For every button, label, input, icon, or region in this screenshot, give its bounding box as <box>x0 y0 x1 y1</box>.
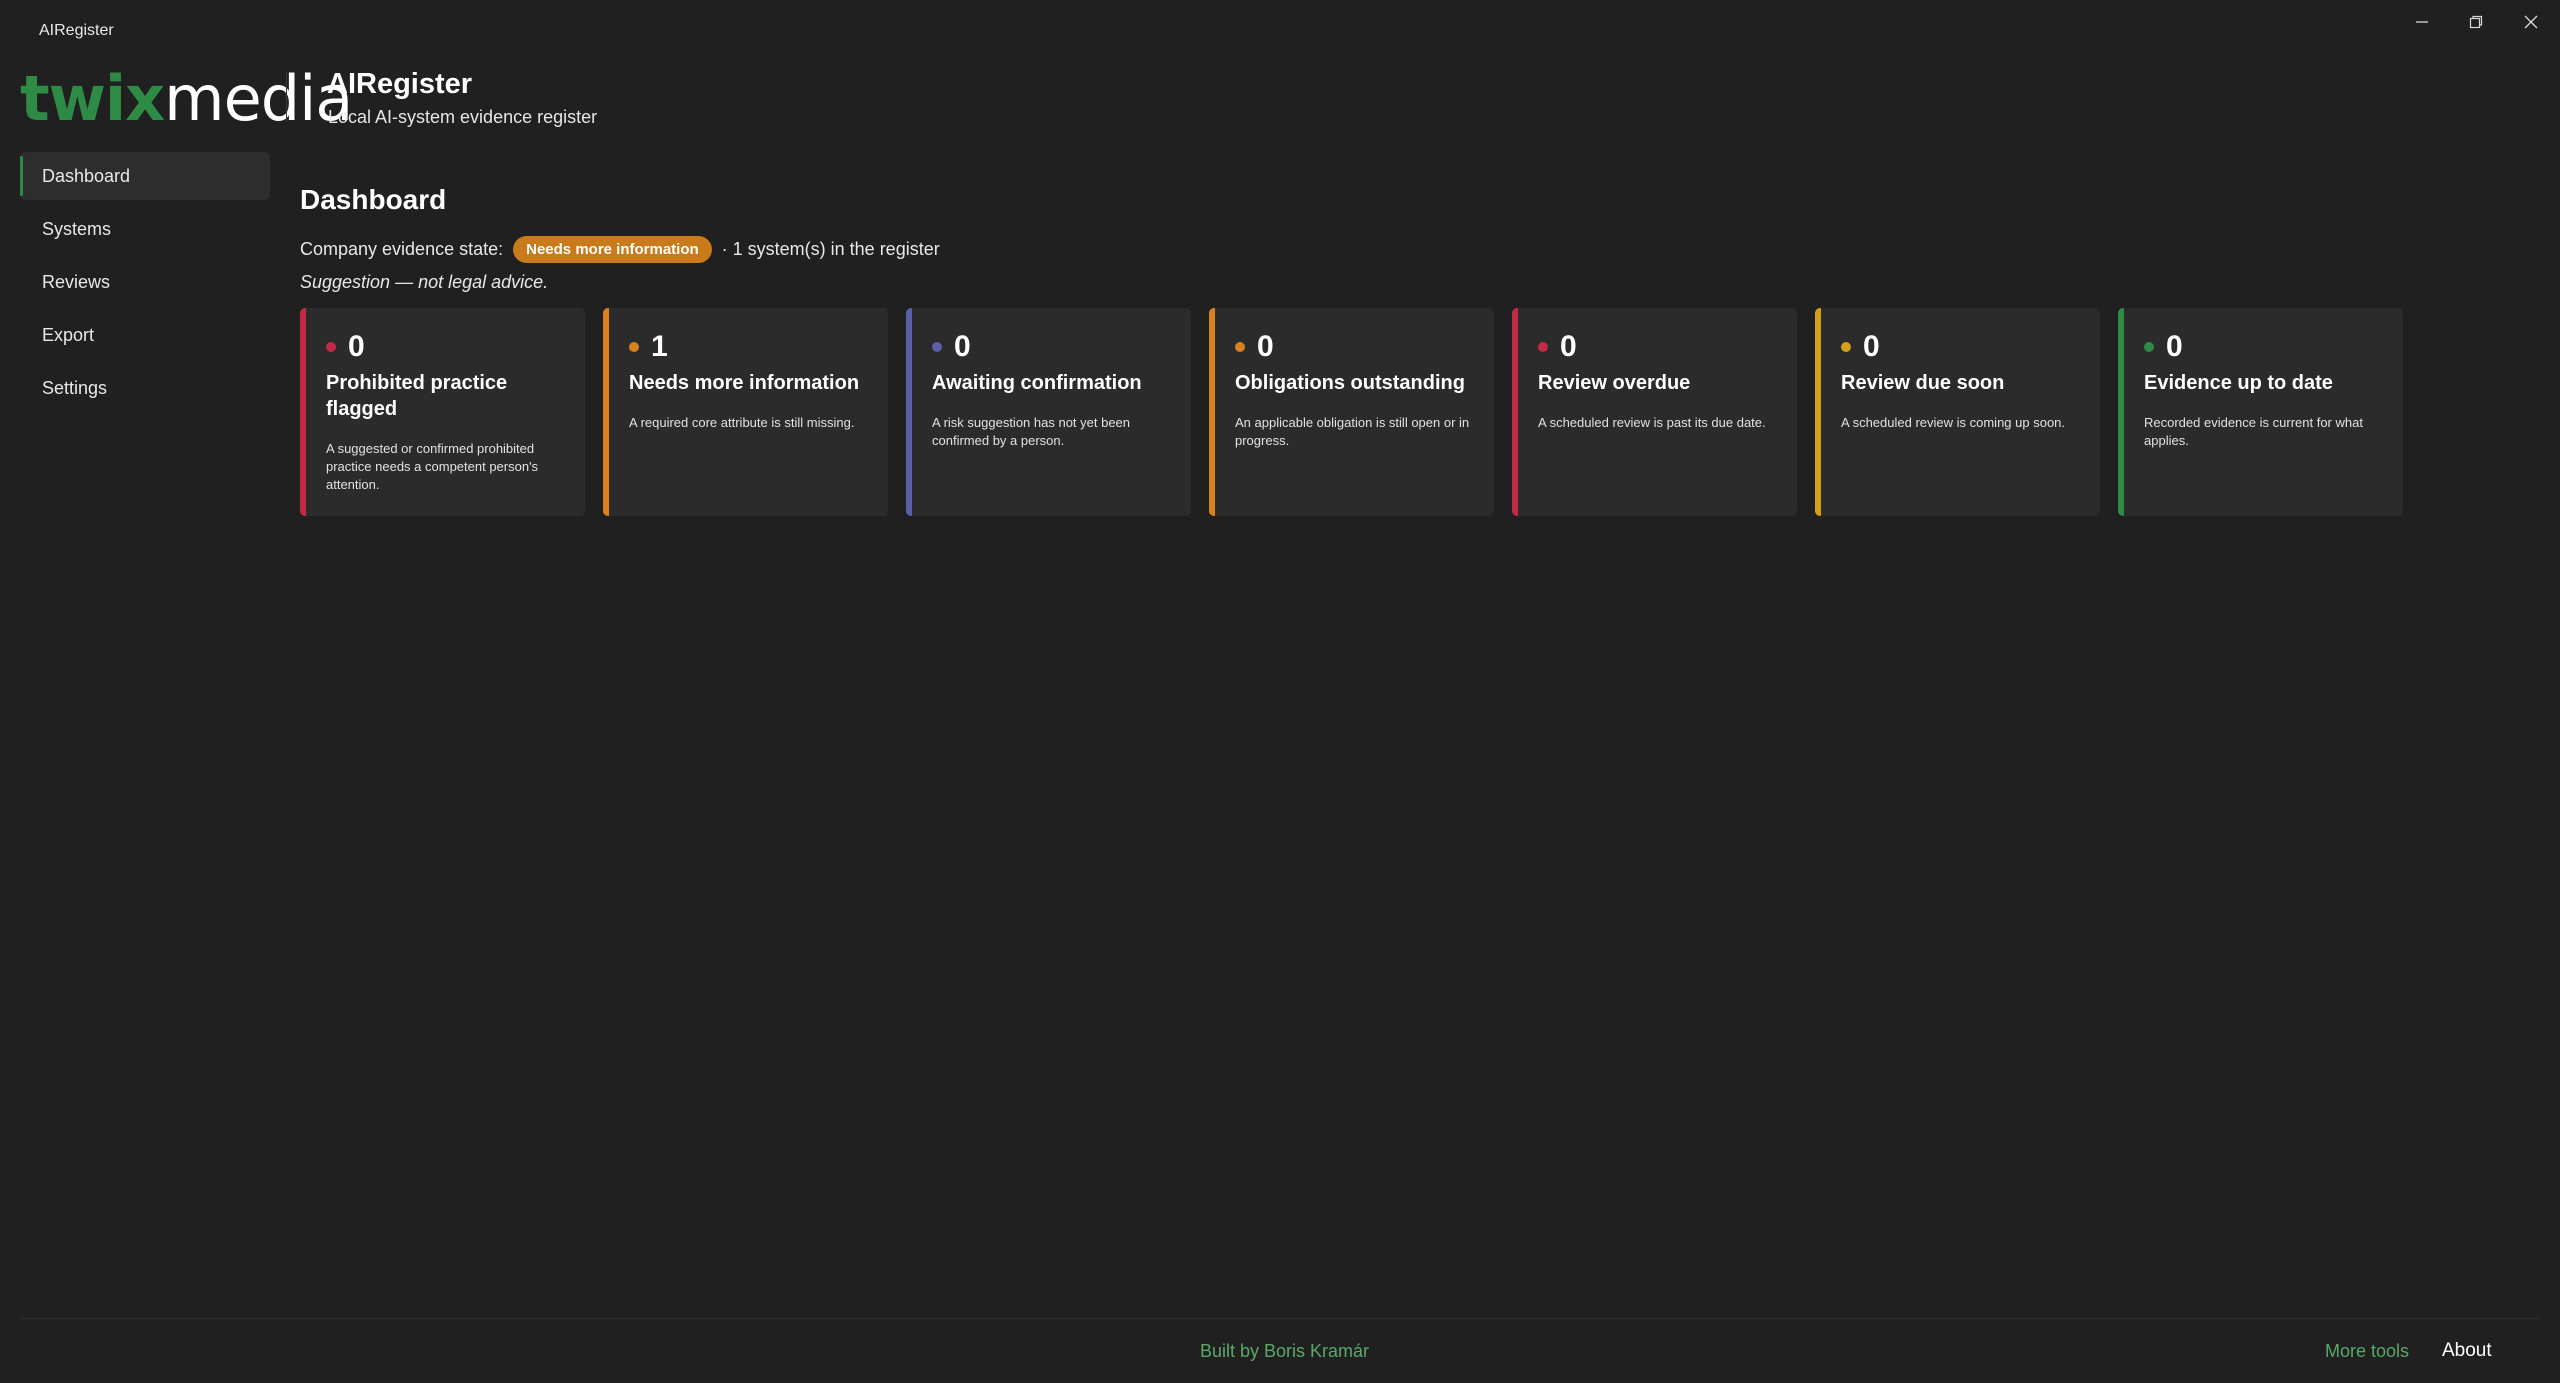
more-tools-link[interactable]: More tools <box>2325 1341 2409 1362</box>
app-subtitle: Local AI-system evidence register <box>328 107 598 127</box>
app-name: AIRegister <box>327 68 473 100</box>
built-by-text: Built by Boris Kramár <box>1200 1341 1370 1361</box>
card-count: 0 <box>1560 330 1577 363</box>
card-prohibited-practice[interactable]: 0 Prohibited practice flagged A suggeste… <box>300 308 585 516</box>
card-accent-bar <box>1512 308 1518 516</box>
nav-item-label: Settings <box>42 377 108 398</box>
close-icon <box>2524 15 2538 29</box>
nav-item-label: Reviews <box>42 271 111 292</box>
nav-item-label: Export <box>42 324 95 345</box>
card-review-due-soon[interactable]: 0 Review due soon A scheduled review is … <box>1815 308 2100 516</box>
card-obligations-outstanding[interactable]: 0 Obligations outstanding An applicable … <box>1209 308 1494 516</box>
card-review-overdue[interactable]: 0 Review overdue A scheduled review is p… <box>1512 308 1797 516</box>
card-label: Evidence up to date <box>2144 372 2333 394</box>
card-label: Review due soon <box>1841 372 2005 394</box>
card-needs-more-information[interactable]: 1 Needs more information A required core… <box>603 308 888 516</box>
card-description: An applicable obligation is still open o… <box>1235 415 1470 448</box>
logo-part-media: media <box>164 62 353 135</box>
card-description: A risk suggestion has not yet been confi… <box>932 415 1131 448</box>
evidence-state-row: Company evidence state: Needs more infor… <box>300 234 2400 264</box>
brand-divider <box>286 72 287 122</box>
nav-item-label: Dashboard <box>42 165 131 186</box>
nav-item-label: Systems <box>42 218 112 239</box>
status-dot-icon <box>932 342 942 352</box>
restore-button[interactable] <box>2449 4 2503 40</box>
card-count: 0 <box>954 330 971 363</box>
card-description: A scheduled review is past its due date. <box>1538 415 1766 430</box>
card-accent-bar <box>1815 308 1821 516</box>
brand-logo: twixmedia <box>20 62 353 135</box>
card-description: A scheduled review is coming up soon. <box>1841 415 2066 430</box>
window-title: AIRegister <box>39 22 114 39</box>
evidence-state-label: Company evidence state: <box>300 238 504 259</box>
nav-item-export[interactable]: Export <box>20 311 270 359</box>
nav-item-dashboard[interactable]: Dashboard <box>20 152 270 200</box>
card-label: Obligations outstanding <box>1235 372 1465 394</box>
status-dot-icon <box>2144 342 2154 352</box>
nav-item-reviews[interactable]: Reviews <box>20 258 270 306</box>
card-accent-bar <box>2118 308 2124 516</box>
minimize-icon <box>2416 21 2428 23</box>
card-count: 1 <box>651 330 668 363</box>
card-count: 0 <box>1863 330 1880 363</box>
status-cards: 0 Prohibited practice flagged A suggeste… <box>300 308 2403 516</box>
restore-icon <box>2469 15 2483 29</box>
card-description: Recorded evidence is current for what ap… <box>2144 415 2363 448</box>
about-link[interactable]: About <box>2442 1340 2492 1362</box>
status-dot-icon <box>326 342 336 352</box>
card-accent-bar <box>603 308 609 516</box>
nav-item-systems[interactable]: Systems <box>20 205 270 253</box>
status-dot-icon <box>629 342 639 352</box>
sidebar-nav: Dashboard Systems Reviews Export Setting… <box>20 152 270 417</box>
card-count: 0 <box>348 330 365 363</box>
card-description: A required core attribute is still missi… <box>629 415 855 430</box>
footer: Built by Boris Kramár More tools About <box>20 1318 2540 1383</box>
card-label: Review overdue <box>1538 372 1691 394</box>
card-count: 0 <box>2166 330 2183 363</box>
nav-item-settings[interactable]: Settings <box>20 364 270 412</box>
card-label: Awaiting confirmation <box>932 372 1142 394</box>
legal-disclaimer: Suggestion — not legal advice. <box>300 272 549 292</box>
card-evidence-up-to-date[interactable]: 0 Evidence up to date Recorded evidence … <box>2118 308 2403 516</box>
status-dot-icon <box>1235 342 1245 352</box>
card-label: Needs more information <box>629 372 860 394</box>
title-bar: AIRegister <box>0 0 2560 50</box>
card-accent-bar <box>1209 308 1215 516</box>
card-accent-bar <box>906 308 912 516</box>
card-description: A suggested or confirmed prohibited prac… <box>326 441 539 492</box>
card-accent-bar <box>300 308 306 516</box>
twixmedia-logo: twixmedia <box>20 62 353 135</box>
card-awaiting-confirmation[interactable]: 0 Awaiting confirmation A risk suggestio… <box>906 308 1191 516</box>
system-count-text: · 1 system(s) in the register <box>721 238 940 259</box>
status-badge: Needs more information <box>513 235 712 263</box>
page-title: Dashboard <box>300 184 447 215</box>
card-label: Prohibited practice flagged <box>326 372 508 420</box>
status-dot-icon <box>1841 342 1851 352</box>
minimize-button[interactable] <box>2395 4 2449 40</box>
dashboard-main: Dashboard Company evidence state: Needs … <box>300 180 2403 516</box>
card-count: 0 <box>1257 330 1274 363</box>
logo-part-twix: twix <box>20 62 165 135</box>
status-dot-icon <box>1538 342 1548 352</box>
close-button[interactable] <box>2504 4 2558 40</box>
